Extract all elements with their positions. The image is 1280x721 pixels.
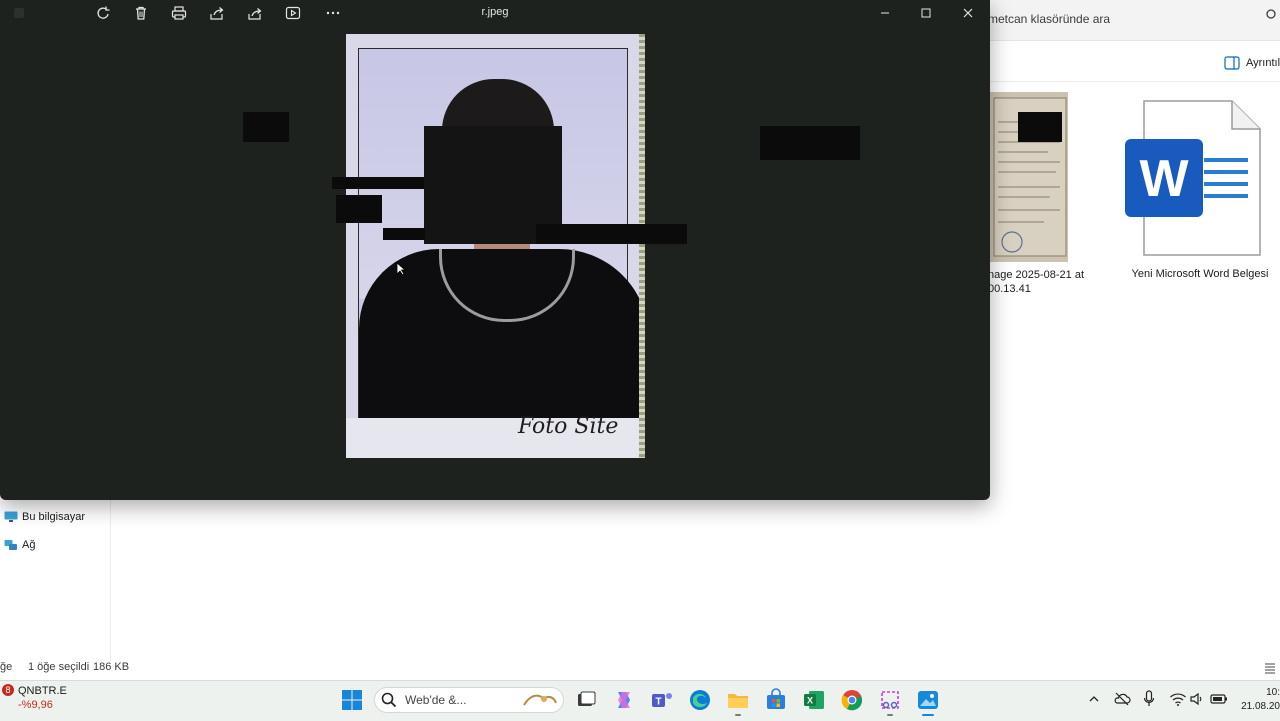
chevron-up-icon[interactable] — [1087, 692, 1101, 706]
teams-icon[interactable]: T — [650, 688, 674, 712]
status-size: 186 KB — [93, 661, 130, 673]
details-pane-label: Ayrıntıla — [1246, 57, 1280, 69]
list-view-icon[interactable] — [1264, 661, 1276, 674]
volume-icon[interactable] — [1189, 691, 1205, 707]
start-icon[interactable] — [340, 688, 364, 712]
app-icon — [10, 4, 28, 22]
redaction-block — [383, 228, 425, 240]
redaction-block — [243, 112, 289, 142]
nav-label-this-pc: Bu bilgisayar — [22, 511, 85, 523]
taskbar-clock[interactable]: 10: 21.08.20 — [1238, 686, 1280, 714]
svg-text:W: W — [1139, 150, 1189, 208]
notification-badge: 8 — [2, 684, 14, 696]
stock-change: -%9,96 — [18, 699, 53, 711]
clock-date: 21.08.20 — [1241, 701, 1280, 712]
network-icon — [4, 540, 17, 550]
running-indicator — [735, 714, 741, 716]
edge-icon[interactable] — [688, 688, 712, 712]
stock-widget[interactable]: 8 QNBTR.E -%9,96 — [2, 684, 67, 716]
close-icon[interactable] — [959, 4, 977, 22]
file-thumbnail-document-image[interactable] — [990, 92, 1068, 262]
file-label-line1: nage 2025-08-21 at — [988, 269, 1085, 281]
redaction-block — [536, 224, 687, 244]
redaction-block — [332, 177, 424, 189]
store-icon[interactable] — [764, 688, 788, 712]
search-icon — [380, 691, 398, 709]
more-icon[interactable] — [324, 4, 342, 22]
running-indicator — [887, 714, 893, 716]
photo-watermark: Foto Site — [518, 414, 619, 439]
svg-text:X: X — [807, 696, 813, 706]
window-title: r.jpeg — [481, 6, 509, 18]
viewer-titlebar: r.jpeg — [0, 0, 990, 26]
export-icon[interactable] — [246, 4, 264, 22]
chrome-icon[interactable] — [840, 688, 864, 712]
excel-icon[interactable]: X — [802, 688, 826, 712]
minimize-icon[interactable] — [876, 4, 894, 22]
photos-icon[interactable] — [916, 688, 940, 712]
clock-time: 10: — [1266, 687, 1280, 698]
svg-text:T: T — [655, 697, 661, 708]
photo-edge — [639, 34, 645, 458]
search-icon[interactable] — [1265, 8, 1280, 30]
explorer-search-placeholder[interactable]: metcan klasöründe ara — [988, 12, 1110, 26]
file-explorer-icon[interactable] — [726, 688, 750, 712]
wifi-icon[interactable] — [1169, 691, 1187, 707]
delete-icon[interactable] — [132, 4, 150, 22]
details-pane-icon — [1224, 56, 1240, 70]
redaction-block — [760, 126, 860, 160]
mouse-cursor-icon — [396, 262, 407, 281]
task-view-icon[interactable] — [574, 688, 598, 712]
nav-item-network[interactable]: Ağ — [4, 539, 35, 551]
share-icon[interactable] — [208, 4, 226, 22]
photo-image[interactable]: Foto Site — [346, 34, 645, 458]
details-pane-button[interactable]: Ayrıntıla — [1224, 54, 1280, 72]
word-document-icon[interactable]: W — [1122, 100, 1264, 258]
taskbar-search-placeholder[interactable]: Web'de &... — [405, 693, 466, 707]
stock-ticker: QNBTR.E — [18, 685, 67, 697]
rotate-icon[interactable] — [94, 4, 112, 22]
search-highlight-icon — [520, 689, 560, 711]
copilot-icon[interactable] — [612, 688, 636, 712]
status-selection: 1 öğe seçildi — [28, 661, 90, 673]
nav-label-network: Ağ — [22, 539, 36, 551]
computer-icon — [4, 511, 18, 522]
onedrive-icon[interactable] — [1113, 691, 1131, 707]
nav-pane-divider — [110, 500, 111, 660]
file-label-document-image[interactable]: nage 2025-08-21 at 00.13.41 — [988, 268, 1098, 296]
redaction-block — [336, 195, 382, 223]
active-indicator — [922, 714, 934, 716]
snipping-tool-icon[interactable] — [878, 688, 902, 712]
maximize-icon[interactable] — [917, 4, 935, 22]
battery-icon[interactable] — [1210, 692, 1228, 706]
file-label-word-document[interactable]: Yeni Microsoft Word Belgesi — [1120, 268, 1280, 280]
slideshow-icon[interactable] — [284, 4, 302, 22]
microphone-icon[interactable] — [1142, 690, 1156, 708]
nav-item-this-pc[interactable]: Bu bilgisayar — [4, 511, 85, 523]
explorer-status-bar: ğe 1 öğe seçildi 186 KB — [0, 658, 1280, 678]
file-label-line2: 00.13.41 — [988, 283, 1031, 295]
status-item-count: ğe — [0, 661, 13, 673]
photo-viewer-window: r.jpeg Foto Site — [0, 0, 990, 500]
print-icon[interactable] — [170, 4, 188, 22]
